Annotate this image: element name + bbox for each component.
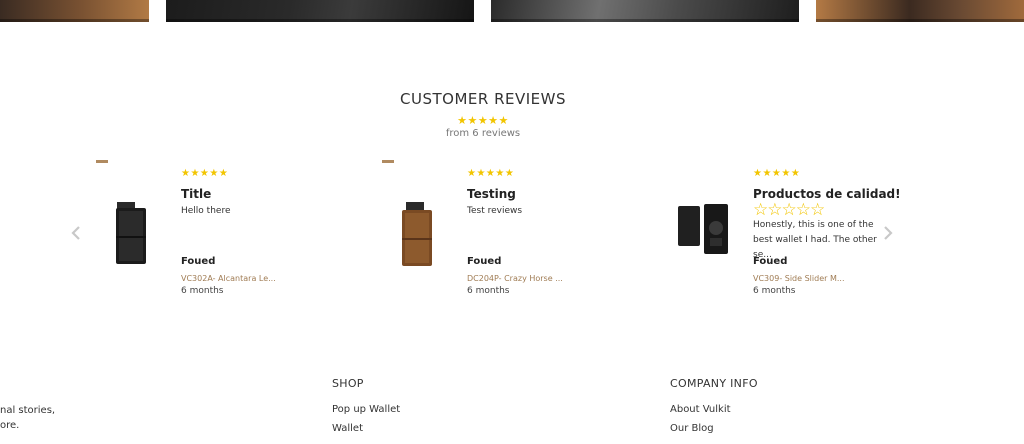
review-star-rating: ★★★★★ (753, 168, 801, 179)
review-time: 6 months (753, 286, 796, 296)
wallet-image-icon (678, 204, 728, 254)
footer-link-popup-wallet[interactable]: Pop up Wallet (332, 404, 400, 415)
product-tag (382, 160, 394, 163)
summary-star-rating: ★★★★★ (457, 114, 509, 127)
thumbnail-shadow (166, 19, 474, 22)
product-thumbnail-3[interactable] (491, 0, 799, 22)
review-product-link[interactable]: VC309- Side Slider M... (753, 274, 845, 283)
review-title: Title (181, 187, 212, 201)
review-title: Testing (467, 187, 516, 201)
review-card: ★★★★★ Title Hello there Foued VC302A- Al… (92, 160, 372, 310)
thumbnail-shadow (0, 19, 149, 22)
product-thumbnail-1[interactable] (0, 0, 149, 22)
inline-star-rating: ☆☆☆☆☆ (753, 200, 825, 220)
review-card: ★★★★★ Productos de calidad! ☆☆☆☆☆ Honest… (664, 160, 944, 310)
chevron-left-icon (71, 226, 80, 240)
wallet-image-icon (402, 202, 432, 266)
review-product-link[interactable]: VC302A- Alcantara Le... (181, 274, 276, 283)
review-star-rating: ★★★★★ (181, 168, 229, 179)
footer-heading-shop: SHOP (332, 377, 364, 390)
review-author: Foued (181, 256, 216, 267)
footer-link-about[interactable]: About Vulkit (670, 404, 731, 415)
carousel-prev-button[interactable] (68, 224, 86, 242)
product-image[interactable] (378, 198, 454, 270)
review-star-rating: ★★★★★ (467, 168, 515, 179)
review-title: Productos de calidad! (753, 187, 901, 201)
review-count[interactable]: from 6 reviews (0, 128, 966, 139)
review-body: Hello there (181, 206, 231, 216)
review-card: ★★★★★ Testing Test reviews Foued DC204P-… (378, 160, 658, 310)
wallet-image-icon (116, 202, 146, 264)
thumbnail-shadow (491, 19, 799, 22)
thumbnail-shadow (816, 19, 1024, 22)
review-product-link[interactable]: DC204P- Crazy Horse ... (467, 274, 563, 283)
product-tag (96, 160, 108, 163)
footer-heading-company: COMPANY INFO (670, 377, 758, 390)
review-author: Foued (753, 256, 788, 267)
footer-about-line: ore. (0, 420, 20, 431)
product-thumbnail-2[interactable] (166, 0, 474, 22)
footer-about-text: nal stories, ore. (0, 403, 55, 433)
product-image[interactable] (92, 198, 168, 270)
footer-link-blog[interactable]: Our Blog (670, 423, 714, 434)
reviews-section-title: CUSTOMER REVIEWS (400, 90, 566, 108)
product-thumbnail-4[interactable] (816, 0, 1024, 22)
review-time: 6 months (181, 286, 224, 296)
review-author: Foued (467, 256, 502, 267)
review-body: Test reviews (467, 206, 523, 216)
footer-link-wallet[interactable]: Wallet (332, 423, 363, 434)
footer-about-line: nal stories, (0, 405, 56, 416)
review-time: 6 months (467, 286, 510, 296)
product-image[interactable] (664, 198, 740, 270)
